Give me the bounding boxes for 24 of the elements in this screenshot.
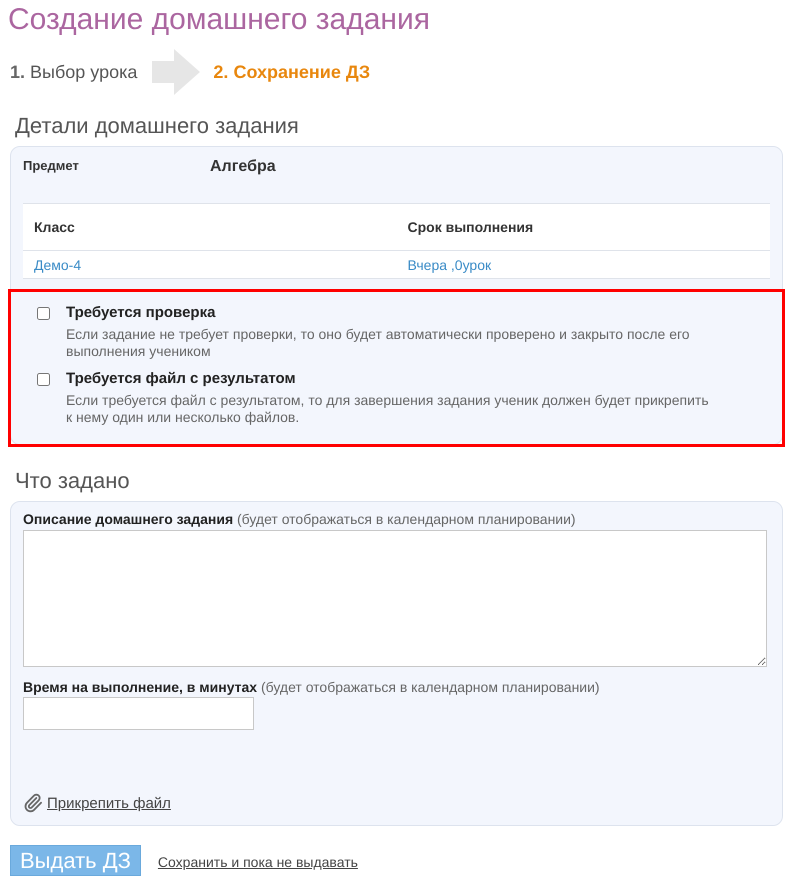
field-label: Описание домашнего задания (будет отображаться в календарном планировании): [23, 511, 577, 528]
attach-file-link[interactable]: Прикрепить файл: [47, 794, 171, 812]
checkbox[interactable]: [37, 307, 50, 320]
option-label: Требуется файл с результатом: [66, 370, 296, 388]
option-description: Если требуется файл с результатом, то для завершения задания ученик должен будет прикрепить к нему один или несколько файлов.: [66, 392, 710, 426]
field-label: Время на выполнение, в минутах (будет отображаться в календарном планировании): [23, 679, 601, 696]
wizard-step: 1. Выбор урока: [10, 61, 138, 83]
step-arrow-icon: [152, 49, 200, 95]
option-description: Если задание не требует проверки, то оно будет автоматически проверено и закрыто после его выполнения учеником: [66, 326, 691, 360]
checkbox[interactable]: [37, 373, 50, 386]
page-title: Создание домашнего задания: [8, 2, 431, 38]
paperclip-icon: [23, 793, 43, 813]
subject-label: Предмет: [23, 158, 79, 174]
column-header: Срок выполнения: [408, 219, 534, 235]
section-heading: Что задано: [15, 467, 131, 495]
option-label: Требуется проверка: [66, 304, 216, 322]
minutes-input[interactable]: [23, 697, 254, 730]
column-header: Класс: [34, 219, 75, 235]
save-draft-link[interactable]: Сохранить и пока не выдавать: [158, 854, 358, 870]
subject-value: Алгебра: [210, 158, 276, 176]
table-cell: Вчера ,0урок: [408, 256, 492, 272]
table-cell: Демо-4: [34, 256, 82, 272]
wizard-step: 2. Сохранение ДЗ: [213, 61, 370, 83]
section-heading: Детали домашнего задания: [15, 112, 300, 140]
